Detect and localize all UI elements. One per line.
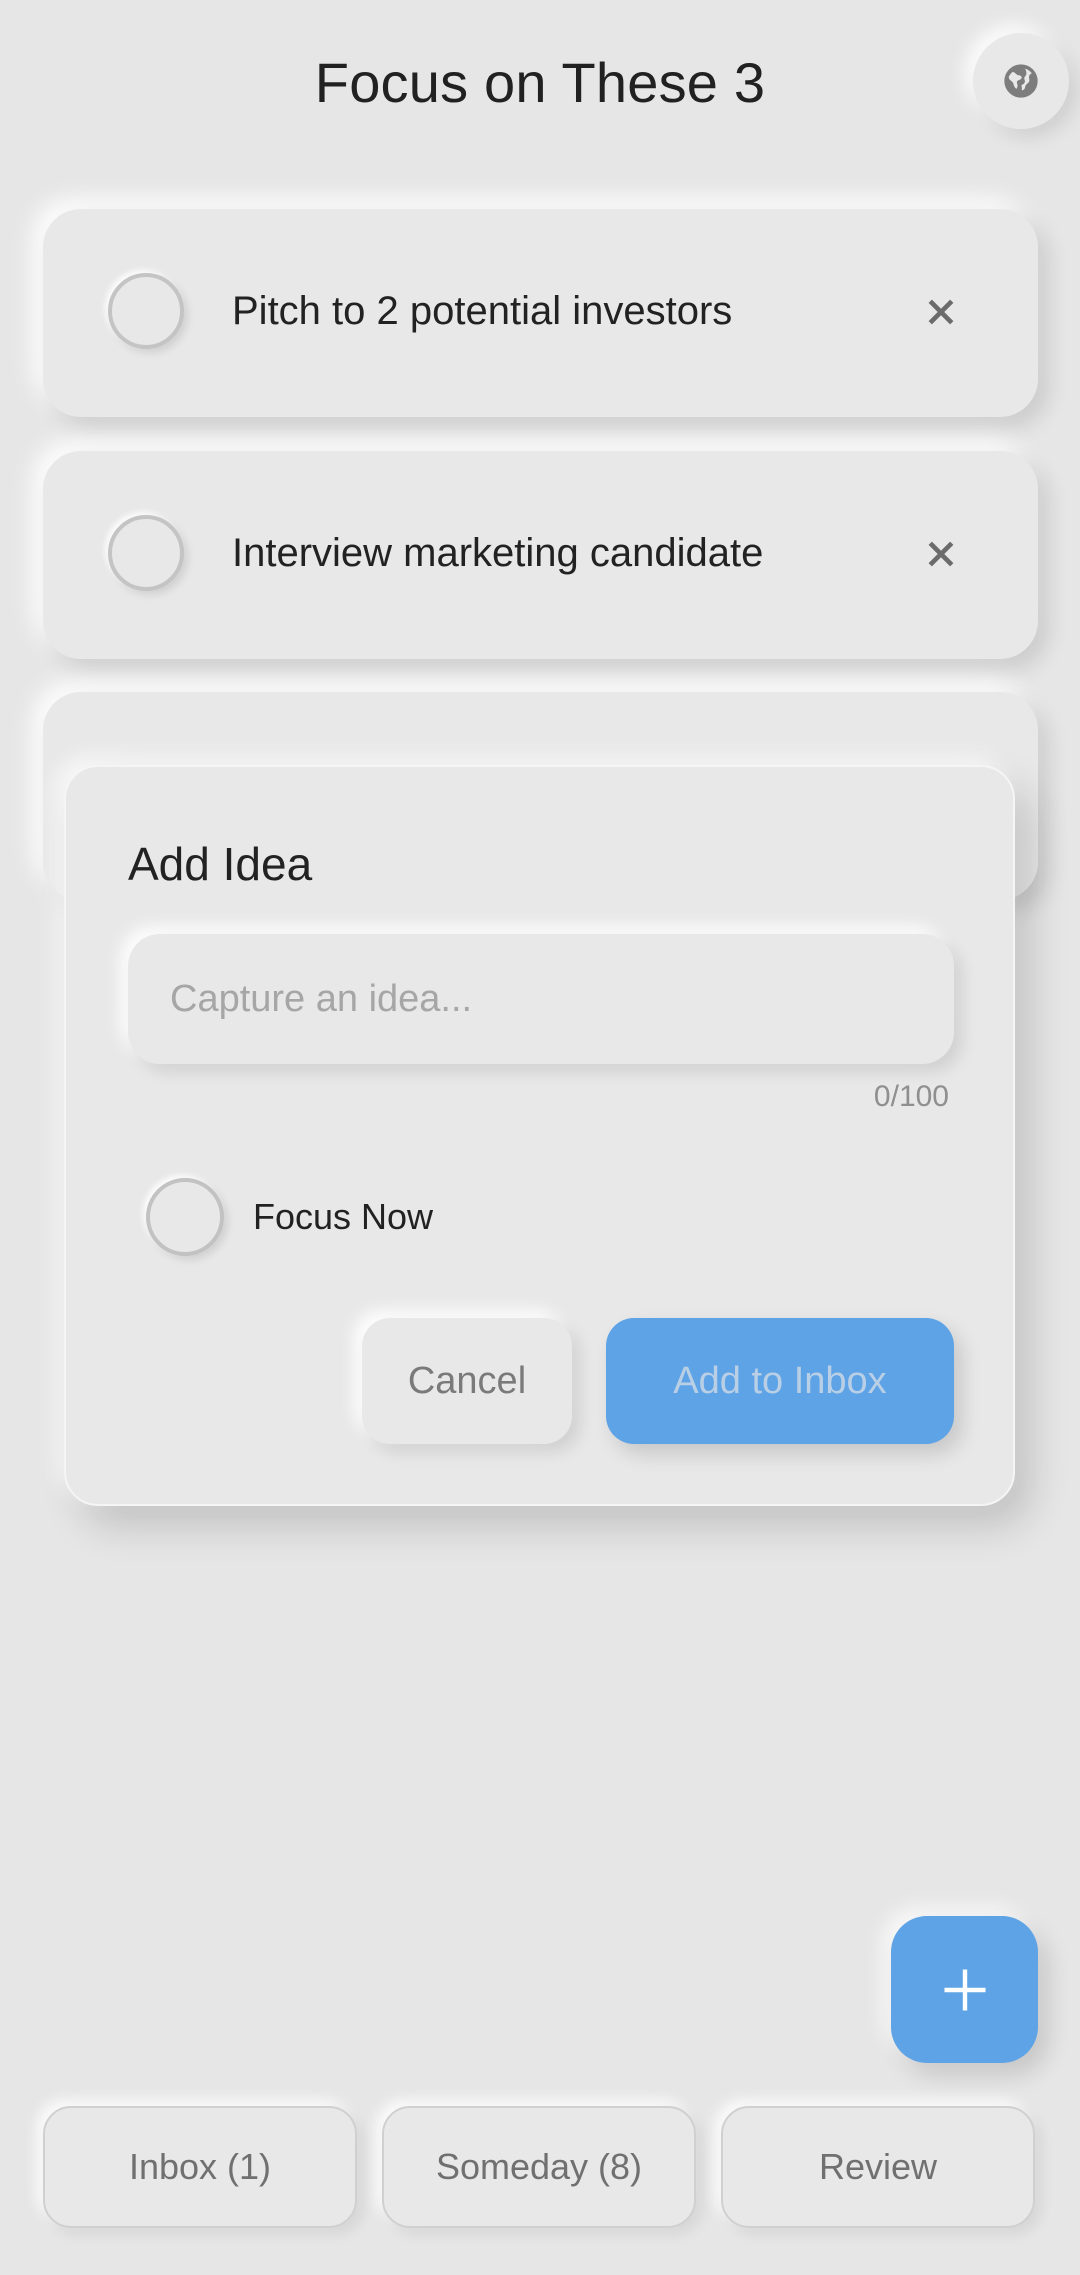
- focus-now-toggle[interactable]: Focus Now: [146, 1177, 433, 1257]
- task-checkbox[interactable]: [108, 273, 184, 349]
- tab-someday[interactable]: Someday (8): [382, 2106, 696, 2228]
- language-button[interactable]: [973, 33, 1069, 129]
- focus-now-label: Focus Now: [253, 1196, 434, 1237]
- task-card[interactable]: Pitch to 2 potential investors: [43, 209, 1038, 417]
- char-counter: 0/100: [873, 1080, 949, 1113]
- plus-icon: [943, 1968, 987, 2012]
- tab-review[interactable]: Review: [721, 2106, 1035, 2228]
- page-title: Focus on These 3: [314, 51, 766, 114]
- focus-now-checkbox[interactable]: [146, 1178, 224, 1256]
- add-idea-dialog: Add Idea 0/100 Focus Now Cancel Add to I…: [64, 765, 1015, 1506]
- task-text: Pitch to 2 potential investors: [232, 289, 733, 333]
- cancel-button[interactable]: Cancel: [362, 1318, 572, 1444]
- close-icon: [928, 541, 954, 567]
- delete-task-button[interactable]: [913, 526, 969, 582]
- add-to-inbox-button[interactable]: Add to Inbox: [606, 1318, 954, 1444]
- dialog-title: Add Idea: [128, 838, 313, 890]
- task-card[interactable]: Interview marketing candidate: [43, 451, 1038, 659]
- task-text: Interview marketing candidate: [232, 531, 764, 575]
- tab-inbox[interactable]: Inbox (1): [43, 2106, 357, 2228]
- add-button[interactable]: [891, 1916, 1038, 2063]
- task-checkbox[interactable]: [108, 515, 184, 591]
- idea-input[interactable]: [128, 934, 954, 1064]
- globe-icon: [1001, 61, 1041, 101]
- close-icon: [928, 299, 954, 325]
- delete-task-button[interactable]: [913, 284, 969, 340]
